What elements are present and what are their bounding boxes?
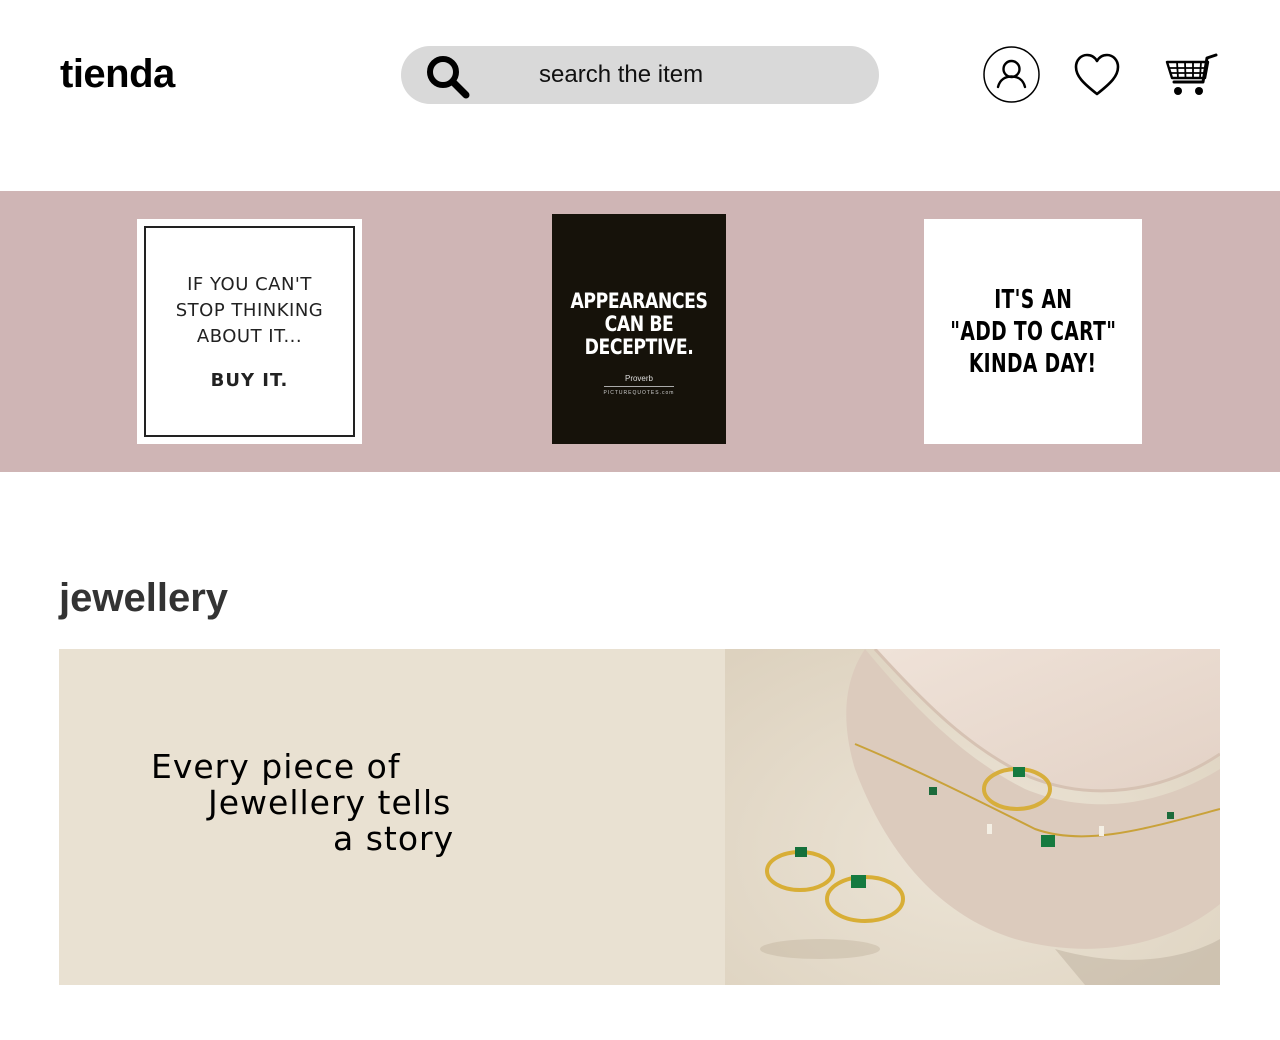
quote-line: KINDA DAY! (969, 348, 1097, 379)
quote-card-add-to-cart[interactable]: IT'S AN "ADD TO CART" KINDA DAY! (924, 219, 1142, 444)
user-icon[interactable] (983, 46, 1040, 103)
cart-icon[interactable] (1164, 52, 1218, 98)
tagline-line: Every piece of (151, 747, 401, 786)
search-input[interactable] (511, 46, 851, 104)
quote-text: APPEARANCES CAN BE DECEPTIVE. (568, 290, 711, 359)
quote-banner: IF YOU CAN'T STOP THINKING ABOUT IT... B… (0, 191, 1280, 472)
tagline-line: a story (333, 819, 455, 858)
section-title: jewellery (59, 576, 229, 620)
quote-card-appearances[interactable]: APPEARANCES CAN BE DECEPTIVE. Proverb PI… (552, 214, 726, 444)
quote-text: IF YOU CAN'T STOP THINKING ABOUT IT... (175, 274, 324, 347)
quote-line: CAN BE (604, 312, 674, 336)
page: tienda IF YOU CAN'T STOP THINKING ABOUT … (0, 0, 1280, 1040)
heart-icon[interactable] (1073, 52, 1121, 98)
quote-line: DECEPTIVE. (584, 335, 694, 359)
quote-emphasis: BUY IT. (210, 370, 289, 391)
quote-line: "ADD TO CART" (949, 316, 1117, 347)
site-logo[interactable]: tienda (60, 52, 175, 97)
jewellery-photo (725, 649, 1220, 985)
jewellery-promo-banner[interactable]: Every piece of Jewellery tells a story (59, 649, 1220, 985)
search-icon[interactable] (425, 54, 471, 100)
tagline-line: Jewellery tells (208, 783, 452, 822)
quote-frame: IF YOU CAN'T STOP THINKING ABOUT IT... B… (144, 226, 355, 437)
promo-tagline: Every piece of Jewellery tells a story (151, 749, 454, 857)
quote-line: APPEARANCES (570, 289, 708, 313)
quote-credit: Proverb (624, 374, 653, 383)
divider (604, 386, 674, 387)
quote-site: PICTUREQUOTES.com (603, 390, 675, 396)
search-bar[interactable] (401, 46, 879, 104)
quote-card-buy-it[interactable]: IF YOU CAN'T STOP THINKING ABOUT IT... B… (137, 219, 362, 444)
quote-line: IT'S AN (993, 284, 1073, 315)
